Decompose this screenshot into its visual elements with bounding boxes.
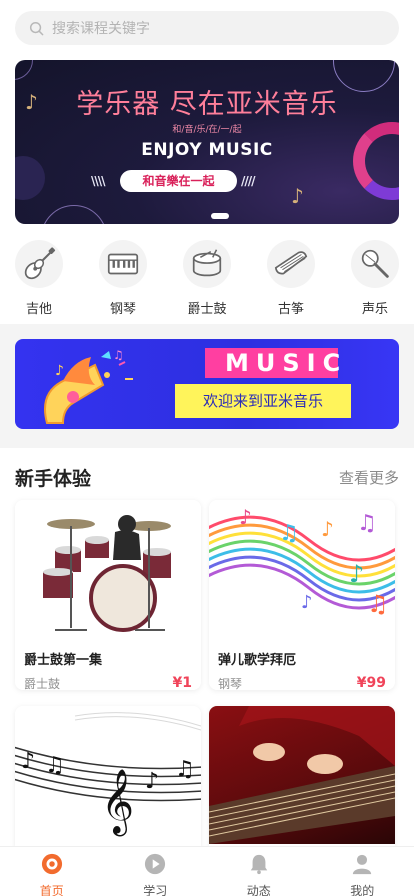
category-label: 钢琴 [109, 302, 136, 317]
tab-mine[interactable]: 我的 [311, 847, 414, 896]
guzheng-icon [267, 240, 315, 288]
course-card[interactable]: ♪ ♫ 𝄞 ♪ ♫ [15, 706, 201, 856]
course-thumbnail-staff: ♪ ♫ 𝄞 ♪ ♫ [15, 706, 201, 844]
course-card[interactable]: ♪ ♫ ♪ ♫ ♪ ♫ ♪ 弹儿歌学拜厄 钢琴 ¥99 [209, 500, 395, 690]
app-page: 搜索课程关键字 ♪ ♪ 学乐器 尽在亚米音乐 和/音/乐/在/一/起 ENJOY… [0, 0, 414, 896]
category-label: 吉他 [25, 302, 52, 317]
tab-label: 我的 [350, 884, 375, 896]
course-title: 爵士鼓第一集 [24, 653, 103, 668]
course-tag: 钢琴 [218, 677, 243, 690]
promo-music-text: MUSIC [225, 349, 348, 377]
banner-stripes-right: //// [241, 174, 255, 188]
play-icon [145, 853, 166, 875]
tab-label: 学习 [143, 884, 168, 896]
category-row: 吉他 钢琴 爵士鼓 古筝 声乐 [0, 240, 414, 317]
promo-music-block: MUSIC [205, 348, 340, 378]
tab-feed[interactable]: 动态 [207, 847, 311, 896]
course-title: 弹儿歌学拜厄 [218, 653, 297, 668]
banner-pill: 和音樂在一起 [120, 170, 237, 192]
category-guzheng[interactable]: 古筝 [265, 240, 317, 317]
svg-text:♪: ♪ [21, 749, 35, 774]
trumpet-illustration: ♪ ♫ [44, 348, 133, 424]
search-bar[interactable]: 搜索课程关键字 [15, 11, 399, 45]
category-vocal[interactable]: 声乐 [349, 240, 401, 317]
banner-decor-blob [15, 156, 45, 200]
svg-text:♫: ♫ [279, 521, 299, 546]
microphone-icon [351, 240, 399, 288]
category-piano[interactable]: 钢琴 [97, 240, 149, 317]
course-card[interactable]: 爵士鼓第一集 爵士鼓 ¥1 [15, 500, 201, 690]
svg-text:𝄞: 𝄞 [101, 769, 134, 836]
tab-label: 首页 [39, 884, 64, 896]
view-more-link[interactable]: 查看更多 [339, 467, 399, 488]
tab-home[interactable]: 首页 [0, 847, 104, 896]
svg-text:♫: ♫ [367, 590, 389, 618]
course-thumbnail-drums [15, 500, 201, 638]
user-icon [353, 854, 372, 875]
banner-decor-ring [15, 60, 33, 80]
category-label: 声乐 [361, 302, 388, 317]
category-drum[interactable]: 爵士鼓 [181, 240, 233, 317]
category-guitar[interactable]: 吉他 [13, 240, 65, 317]
banner-english: ENJOY MUSIC [141, 140, 273, 160]
drum-icon [183, 240, 231, 288]
carousel-indicator[interactable] [211, 213, 229, 219]
category-label: 爵士鼓 [187, 302, 227, 317]
svg-text:♪: ♪ [321, 517, 334, 541]
promo-banner[interactable]: ♪ ♫ MUSIC 欢迎来到亚米音乐 [15, 339, 399, 429]
search-placeholder: 搜索课程关键字 [52, 21, 150, 37]
search-icon [29, 21, 44, 35]
hero-banner[interactable]: ♪ ♪ 学乐器 尽在亚米音乐 和/音/乐/在/一/起 ENJOY MUSIC \… [15, 60, 399, 224]
banner-decor-ring [41, 205, 107, 224]
piano-icon [99, 240, 147, 288]
category-label: 古筝 [277, 302, 304, 317]
svg-text:♪: ♪ [145, 769, 159, 794]
course-price: ¥1 [172, 675, 192, 690]
svg-text:♫: ♫ [357, 511, 377, 536]
course-thumbnail-rainbow-notes: ♪ ♫ ♪ ♫ ♪ ♫ ♪ [209, 500, 395, 638]
svg-text:♫: ♫ [175, 757, 195, 782]
svg-text:♪: ♪ [349, 560, 364, 588]
tab-label: 动态 [246, 884, 271, 896]
svg-text:♫: ♫ [113, 348, 124, 362]
svg-text:♪: ♪ [55, 363, 64, 379]
banner-title: 学乐器 尽在亚米音乐 [76, 89, 338, 120]
bottom-tab-bar: 首页 学习 动态 我的 [0, 846, 414, 896]
banner-stripes-left: \\\\ [91, 174, 105, 188]
music-note-icon: ♪ [291, 184, 304, 208]
home-icon [41, 853, 62, 875]
course-card[interactable] [209, 706, 395, 856]
promo-welcome-text: 欢迎来到亚米音乐 [175, 384, 351, 418]
course-price: ¥99 [356, 675, 386, 690]
tab-study[interactable]: 学习 [104, 847, 208, 896]
course-tag: 爵士鼓 [24, 677, 61, 690]
banner-subtitle: 和/音/乐/在/一/起 [172, 125, 242, 135]
svg-text:♫: ♫ [45, 753, 65, 778]
section-title: 新手体验 [15, 468, 92, 490]
guitar-icon [15, 240, 63, 288]
svg-text:♪: ♪ [239, 505, 252, 529]
svg-text:♪: ♪ [301, 592, 313, 613]
course-thumbnail-guzheng [209, 706, 395, 844]
bell-icon [250, 854, 267, 875]
